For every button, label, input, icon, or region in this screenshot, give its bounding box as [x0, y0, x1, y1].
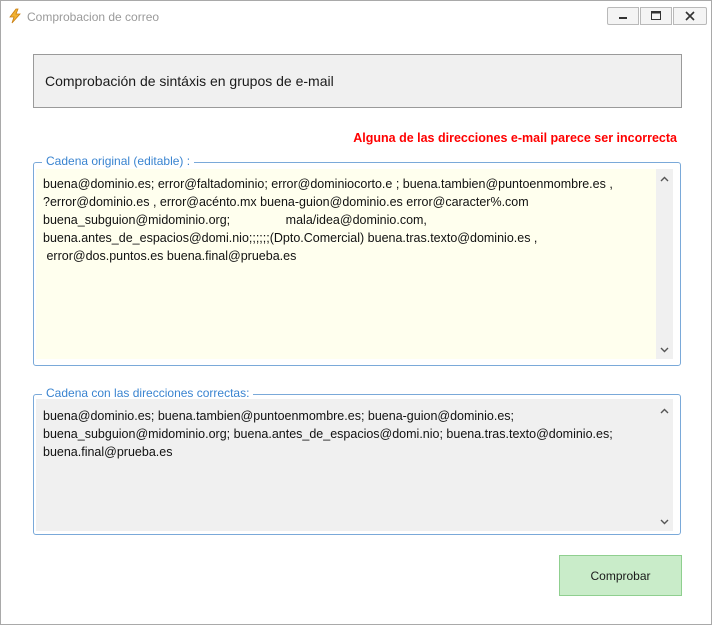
scroll-down-icon[interactable] [660, 517, 669, 526]
main-window: Comprobacion de correo Comprobación de s… [0, 0, 712, 625]
maximize-icon [651, 11, 661, 20]
title-bar[interactable]: Comprobacion de correo [1, 1, 711, 31]
scroll-up-icon[interactable] [660, 407, 669, 416]
original-string-group: Cadena original (editable) : buena@domin… [33, 154, 681, 366]
close-icon [685, 11, 695, 21]
scroll-up-icon[interactable] [660, 175, 669, 184]
page-title: Comprobación de sintáxis en grupos de e-… [45, 73, 334, 89]
original-string-textarea[interactable]: buena@dominio.es; error@faltadominio; er… [36, 169, 658, 359]
lightning-bolt-icon [7, 8, 23, 24]
window-title: Comprobacion de correo [27, 10, 160, 24]
correct-addresses-group: Cadena con las direcciones correctas: bu… [33, 386, 681, 535]
minimize-icon [619, 17, 627, 19]
scroll-down-icon[interactable] [660, 345, 669, 354]
correct-addresses-textarea[interactable]: buena@dominio.es; buena.tambien@puntoenm… [36, 399, 658, 531]
header-panel: Comprobación de sintáxis en grupos de e-… [33, 54, 682, 108]
minimize-button[interactable] [607, 7, 639, 25]
error-message: Alguna de las direcciones e-mail parece … [353, 131, 677, 145]
correct-addresses-label: Cadena con las direcciones correctas: [42, 386, 254, 400]
check-button[interactable]: Comprobar [559, 555, 682, 596]
correct-scrollbar[interactable] [656, 399, 673, 531]
original-scrollbar[interactable] [656, 169, 673, 359]
close-button[interactable] [673, 7, 707, 25]
maximize-button[interactable] [640, 7, 672, 25]
original-string-label: Cadena original (editable) : [42, 154, 195, 168]
